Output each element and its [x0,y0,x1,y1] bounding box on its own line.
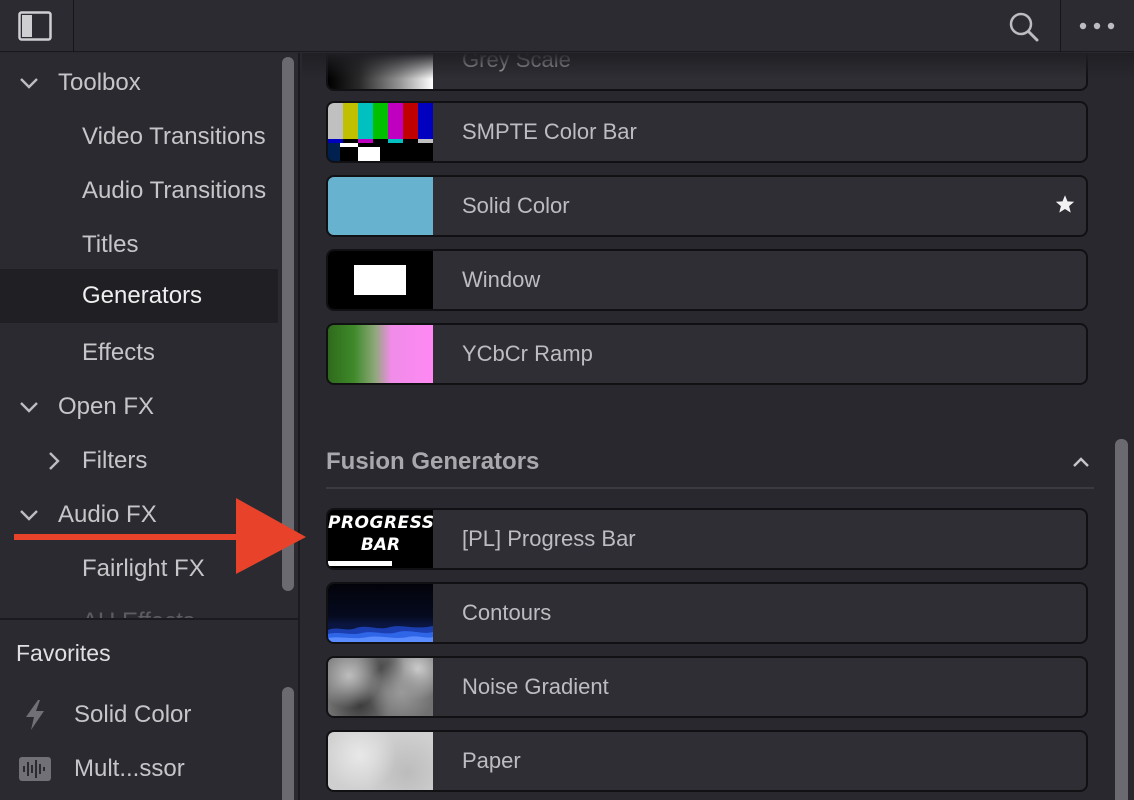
tree-item-label: Generators [82,282,203,309]
generator-item-contours[interactable]: Contours [326,582,1088,644]
sidebar-toggle-icon[interactable] [18,10,52,42]
tree-item-audio-fx[interactable]: Audio FX [0,488,278,542]
favorite-item-label: Mult...ssor [74,755,185,782]
more-options-icon[interactable] [1076,14,1118,38]
effects-tree: Toolbox Video Transitions Audio Transiti… [0,53,298,618]
solid-color-thumbnail [328,177,433,235]
paper-thumbnail [328,732,433,790]
chevron-right-icon[interactable] [40,447,68,475]
generator-item-name: Grey Scale [462,53,571,72]
effects-sidebar: Toolbox Video Transitions Audio Transiti… [0,53,300,800]
generator-item-ycbcr-ramp[interactable]: YCbCr Ramp [326,323,1088,385]
noise-gradient-thumbnail [328,658,433,716]
generators-list-panel: Grey Scale SMPTE Color Bar Solid Color W… [302,53,1134,800]
chevron-down-icon[interactable] [15,393,43,421]
generator-item-name: Paper [462,748,521,773]
chevron-down-icon[interactable] [15,501,43,529]
section-divider [326,487,1094,489]
generator-item-grey-scale[interactable]: Grey Scale [326,53,1088,91]
favorite-item-solid-color[interactable]: Solid Color [0,688,278,742]
thumbnail-text: PROGRESS [328,513,433,533]
generator-item-name: Solid Color [462,193,570,218]
generator-item-solid-color[interactable]: Solid Color [326,175,1088,237]
tree-item-label: Effects [82,339,155,366]
window-shape [354,265,406,295]
tree-item-video-transitions[interactable]: Video Transitions [0,110,278,164]
favorite-star-icon[interactable] [1052,191,1078,217]
tree-item-toolbox[interactable]: Toolbox [0,56,278,110]
ycbcr-ramp-thumbnail [328,325,433,383]
tree-item-generators[interactable]: Generators [0,269,278,323]
tree-item-label: Filters [82,447,148,474]
generator-item-name: Window [462,267,541,292]
generator-item-noise-gradient[interactable]: Noise Gradient [326,656,1088,718]
generator-item-name: [PL] Progress Bar [462,526,636,551]
smpte-thumbnail [328,103,433,161]
tree-item-label: Open FX [58,393,155,420]
tree-item-label: AU Effects [82,608,195,618]
tree-item-effects[interactable]: Effects [0,326,278,380]
favorites-scrollbar[interactable] [282,687,294,800]
generator-item-window[interactable]: Window [326,249,1088,311]
favorite-item-multiband-compressor[interactable]: Mult...ssor [0,742,278,796]
tree-item-label: Titles [82,231,139,258]
tree-scrollbar[interactable] [282,57,294,591]
favorites-title: Favorites [16,640,111,666]
tree-item-titles[interactable]: Titles [0,218,278,272]
tree-item-label: Audio FX [58,501,157,528]
audio-waveform-icon [18,752,52,786]
generator-item-name: SMPTE Color Bar [462,119,637,144]
tree-item-label: Fairlight FX [82,555,205,582]
toolbar-divider [73,0,74,52]
chevron-up-icon[interactable] [1068,449,1094,475]
lightning-bolt-icon [18,698,52,732]
generator-item-paper[interactable]: Paper [326,730,1088,792]
generator-item-name: YCbCr Ramp [462,341,593,366]
chevron-down-icon[interactable] [15,69,43,97]
thumbnail-text: BAR [360,535,401,555]
progress-bar-thumbnail: PROGRESS BAR [328,510,433,568]
tree-item-au-effects[interactable]: AU Effects [0,595,278,618]
toolbar-divider [1060,0,1061,52]
tree-item-open-fx[interactable]: Open FX [0,380,278,434]
generator-item-name: Contours [462,600,552,625]
tree-item-label: Audio Transitions [82,177,267,204]
generator-item-name: Noise Gradient [462,674,609,699]
generators-scrollbar[interactable] [1115,439,1128,800]
generator-item-smpte-color-bar[interactable]: SMPTE Color Bar [326,101,1088,163]
window-thumbnail [328,251,433,309]
tree-item-label: Video Transitions [82,123,266,150]
favorite-item-label: Solid Color [74,701,192,728]
grey-scale-thumbnail [328,53,433,89]
search-icon[interactable] [1006,10,1042,44]
tree-item-filters[interactable]: Filters [0,434,278,488]
thumbnail-progress-fill [328,561,392,566]
tree-item-fairlight-fx[interactable]: Fairlight FX [0,542,278,596]
contours-thumbnail [328,584,433,642]
section-title-fusion-generators: Fusion Generators [326,448,540,475]
tree-item-label: Toolbox [58,69,141,96]
tree-item-audio-transitions[interactable]: Audio Transitions [0,164,278,218]
generator-item-progress-bar[interactable]: PROGRESS BAR [PL] Progress Bar [326,508,1088,570]
top-toolbar [0,0,1134,52]
favorites-divider [0,618,298,620]
